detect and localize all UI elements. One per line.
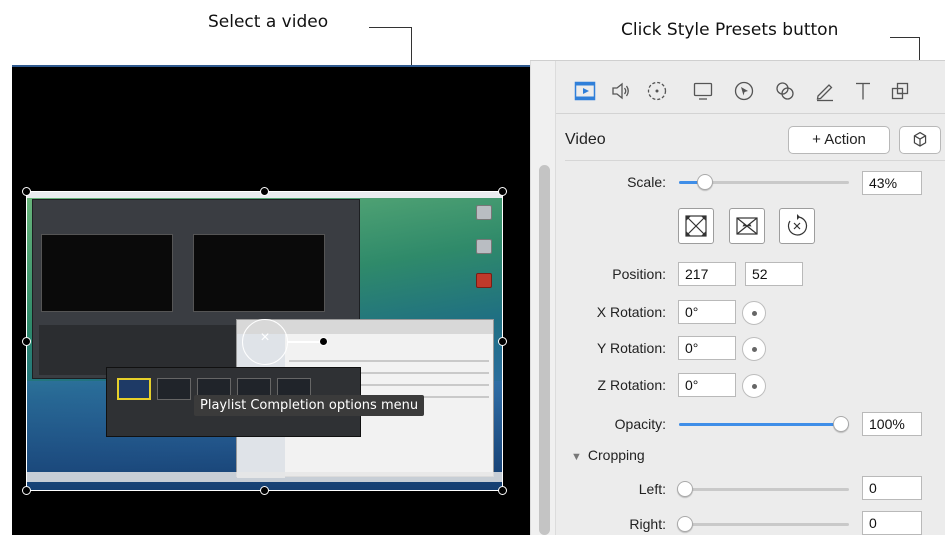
crop-left-slider-track[interactable]: [679, 488, 849, 491]
shrink-arrows-icon: [736, 217, 758, 235]
rotation-arm: [288, 341, 322, 343]
crop-left-field[interactable]: 0: [862, 476, 922, 500]
fit-shrink-button[interactable]: [729, 208, 765, 244]
scale-field[interactable]: 43%: [862, 171, 922, 195]
screen-monitor-icon[interactable]: [692, 80, 714, 102]
z-rotation-dial[interactable]: [742, 374, 766, 398]
add-action-button[interactable]: + Action: [788, 126, 890, 154]
resize-handle-tc[interactable]: [260, 187, 269, 196]
cropping-section-header[interactable]: ▼ Cropping: [571, 447, 645, 463]
opacity-field[interactable]: 100%: [862, 412, 922, 436]
position-x-field[interactable]: 217: [678, 262, 736, 286]
x-rotation-dial[interactable]: [742, 301, 766, 325]
cursor-icon[interactable]: [733, 80, 755, 102]
crop-left-label: Left:: [638, 481, 666, 497]
crop-left-slider-knob[interactable]: [677, 481, 693, 497]
fit-expand-button[interactable]: [678, 208, 714, 244]
annotation-pen-icon[interactable]: [814, 80, 836, 102]
reset-scale-button[interactable]: [779, 208, 815, 244]
resize-handle-tl[interactable]: [22, 187, 31, 196]
scale-label: Scale:: [627, 174, 666, 190]
panel-separator: [565, 160, 945, 161]
playlist-thumb: [157, 378, 191, 400]
app-preview-right: [193, 234, 325, 312]
crop-right-slider-knob[interactable]: [677, 516, 693, 532]
canvas-scrollbar-thumb[interactable]: [539, 165, 550, 535]
position-label: Position:: [612, 266, 666, 282]
layout-icon[interactable]: [889, 80, 911, 102]
resize-handle-bc[interactable]: [260, 486, 269, 495]
disclosure-triangle-icon: ▼: [571, 451, 582, 463]
rotation-handle[interactable]: [319, 337, 328, 346]
y-rotation-label: Y Rotation:: [596, 340, 666, 356]
drive-icon: [476, 239, 492, 254]
scale-slider-fill: [679, 181, 699, 184]
video-film-icon[interactable]: [574, 80, 596, 102]
opacity-slider-knob[interactable]: [833, 416, 849, 432]
panel-title: Video: [565, 131, 606, 148]
callout-leader-h: [369, 27, 412, 28]
app-folder-icon: [476, 273, 492, 288]
position-y-field[interactable]: 52: [745, 262, 803, 286]
reset-circle-icon: [787, 214, 808, 236]
scale-slider-knob[interactable]: [697, 174, 713, 190]
resize-handle-br[interactable]: [498, 486, 507, 495]
transition-dashed-circle-icon[interactable]: [646, 80, 668, 102]
panel-top-border: [530, 60, 945, 61]
resize-handle-mr[interactable]: [498, 337, 507, 346]
crop-right-field[interactable]: 0: [862, 511, 922, 535]
text-t-icon[interactable]: [852, 80, 874, 102]
callout-leader-h2: [890, 37, 920, 38]
drive-icon: [476, 205, 492, 220]
app-preview-left: [41, 234, 173, 312]
y-rotation-dial[interactable]: [742, 337, 766, 361]
filters-circles-icon[interactable]: [774, 80, 796, 102]
audio-speaker-icon[interactable]: [610, 80, 632, 102]
cube-icon: [913, 131, 927, 147]
callout-style-presets: Click Style Presets button: [621, 20, 839, 40]
tooltip: Playlist Completion options menu: [194, 395, 425, 416]
z-rotation-label: Z Rotation:: [597, 377, 666, 393]
opacity-label: Opacity:: [614, 416, 666, 432]
z-rotation-field[interactable]: 0°: [678, 373, 736, 397]
rotation-center-icon: ×: [260, 329, 270, 346]
x-rotation-label: X Rotation:: [596, 304, 666, 320]
opacity-slider-fill: [679, 423, 849, 426]
finder-row: [289, 360, 489, 362]
y-rotation-field[interactable]: 0°: [678, 336, 736, 360]
playlist-thumb-selected: [117, 378, 151, 400]
crop-right-slider-track[interactable]: [679, 523, 849, 526]
resize-handle-tr[interactable]: [498, 187, 507, 196]
callout-select-video: Select a video: [208, 12, 329, 32]
x-rotation-field[interactable]: 0°: [678, 300, 736, 324]
dock: [26, 472, 503, 482]
cropping-title: Cropping: [587, 447, 645, 463]
resize-handle-bl[interactable]: [22, 486, 31, 495]
crop-right-label: Right:: [629, 516, 666, 532]
style-presets-button[interactable]: [899, 126, 941, 154]
expand-arrows-icon: [685, 215, 707, 237]
resize-handle-ml[interactable]: [22, 337, 31, 346]
